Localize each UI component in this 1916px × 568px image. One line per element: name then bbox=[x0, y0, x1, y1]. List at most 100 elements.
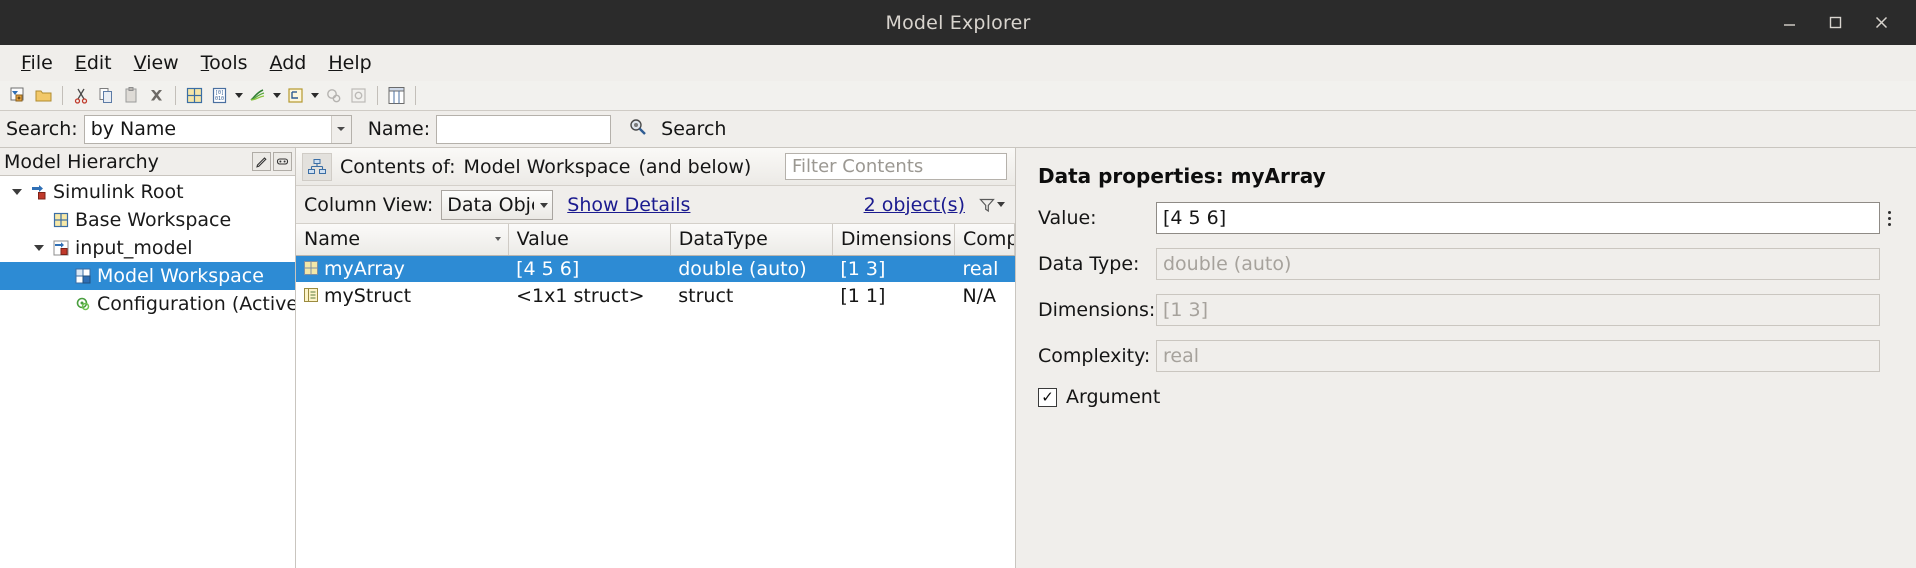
search-by-dropdown[interactable]: by Name bbox=[83, 114, 352, 144]
toolbar-separator bbox=[377, 86, 378, 105]
chevron-down-icon[interactable] bbox=[6, 178, 28, 206]
column-header-name[interactable]: Name bbox=[296, 224, 509, 256]
tree-node-model-workspace[interactable]: Model Workspace bbox=[0, 262, 295, 290]
cell-name: myStruct bbox=[296, 282, 509, 310]
complexity-input[interactable]: real bbox=[1156, 340, 1880, 372]
model-hierarchy-panel: Model Hierarchy Simulink Root Base Works… bbox=[0, 148, 296, 568]
tree-node-simulink-root[interactable]: Simulink Root bbox=[0, 178, 295, 206]
dimensions-label: Dimensions: bbox=[1038, 299, 1156, 321]
cell-datatype: struct bbox=[670, 282, 833, 310]
add-signal-dropdown-arrow-icon[interactable] bbox=[270, 85, 283, 107]
hierarchy-scope-icon[interactable] bbox=[302, 152, 332, 181]
value-input[interactable]: [4 5 6] bbox=[1156, 202, 1880, 234]
minimize-icon[interactable] bbox=[1766, 0, 1812, 45]
table-row[interactable]: myArray [4 5 6] double (auto) [1 3] real bbox=[296, 255, 1015, 283]
chevron-down-icon[interactable] bbox=[330, 115, 351, 143]
contents-panel: Contents of: Model Workspace (and below)… bbox=[296, 148, 1016, 568]
delete-x-icon[interactable] bbox=[145, 84, 168, 107]
add-parameter-icon[interactable] bbox=[183, 84, 206, 107]
property-row-data-type: Data Type: double (auto) bbox=[1038, 248, 1896, 280]
copy-icon[interactable] bbox=[95, 84, 118, 107]
contents-header: Contents of: Model Workspace (and below)… bbox=[296, 148, 1015, 186]
model-explorer-window: Model Explorer File Edit View Tools Add … bbox=[0, 0, 1916, 568]
model-icon bbox=[50, 234, 72, 262]
tree-node-input-model[interactable]: input_model bbox=[0, 234, 295, 262]
value-expand-handle-icon[interactable] bbox=[1882, 202, 1896, 234]
chevron-down-icon[interactable] bbox=[997, 202, 1005, 207]
column-header-datatype[interactable]: DataType bbox=[670, 224, 833, 256]
data-type-input[interactable]: double (auto) bbox=[1156, 248, 1880, 280]
contents-of-prefix: Contents of: bbox=[340, 155, 456, 178]
column-view-row: Column View: Data Objects Show Details 2… bbox=[296, 186, 1015, 224]
model-hierarchy-header-buttons bbox=[252, 152, 295, 171]
simulink-root-icon bbox=[28, 178, 50, 206]
property-row-dimensions: Dimensions: [1 3] bbox=[1038, 294, 1896, 326]
add-bus-icon[interactable] bbox=[284, 84, 307, 107]
paste-icon[interactable] bbox=[120, 84, 143, 107]
chevron-down-icon[interactable] bbox=[28, 234, 50, 262]
column-view-dropdown[interactable]: Data Objects bbox=[441, 189, 554, 220]
configuration-icon[interactable] bbox=[322, 84, 345, 107]
search-by-value: by Name bbox=[90, 118, 177, 140]
column-header-value[interactable]: Value bbox=[508, 224, 671, 256]
filter-contents-input[interactable]: Filter Contents bbox=[785, 153, 1007, 180]
add-data-icon[interactable]: [0] 010 bbox=[208, 84, 231, 107]
menu-add[interactable]: Add bbox=[259, 50, 318, 76]
toolbar: [0] 010 bbox=[0, 81, 1916, 111]
complexity-label: Complexity: bbox=[1038, 345, 1151, 367]
maximize-icon[interactable] bbox=[1812, 0, 1858, 45]
object-count-link[interactable]: 2 object(s) bbox=[864, 194, 965, 216]
cut-scissors-icon[interactable] bbox=[70, 84, 93, 107]
cell-complexity: N/A bbox=[954, 282, 1015, 310]
chevron-down-icon[interactable] bbox=[540, 202, 549, 208]
add-bus-dropdown-arrow-icon[interactable] bbox=[308, 85, 321, 107]
argument-checkbox[interactable]: ✓ bbox=[1038, 387, 1057, 407]
edit-pencil-icon[interactable] bbox=[252, 152, 271, 171]
dimensions-input[interactable]: [1 3] bbox=[1156, 294, 1880, 326]
column-header-complexity[interactable]: Complexity bbox=[954, 224, 1015, 256]
model-hierarchy-tree[interactable]: Simulink Root Base Workspace input_model… bbox=[0, 176, 295, 568]
property-row-value: Value: [4 5 6] bbox=[1038, 202, 1896, 234]
contents-of-suffix: (and below) bbox=[638, 155, 752, 178]
dimensions-spacer bbox=[1882, 294, 1896, 326]
column-header-dimensions[interactable]: Dimensions bbox=[832, 224, 955, 256]
new-model-icon[interactable] bbox=[7, 84, 30, 107]
close-icon[interactable] bbox=[1858, 0, 1904, 45]
menu-file[interactable]: File bbox=[10, 50, 64, 76]
model-hierarchy-title: Model Hierarchy bbox=[4, 150, 159, 173]
data-properties-panel: Data properties: myArray Value: [4 5 6] … bbox=[1016, 148, 1916, 568]
search-button[interactable]: Search bbox=[627, 117, 726, 141]
show-details-link[interactable]: Show Details bbox=[567, 194, 690, 216]
tree-node-label: Base Workspace bbox=[75, 209, 232, 231]
argument-checkbox-row[interactable]: ✓ Argument bbox=[1038, 386, 1896, 408]
workspace-grid-icon bbox=[50, 206, 72, 234]
menu-edit[interactable]: Edit bbox=[64, 50, 123, 76]
column-view-value: Data Objects bbox=[447, 193, 534, 216]
tree-node-configuration[interactable]: Configuration (Active) bbox=[0, 290, 295, 318]
contents-table-wrapper[interactable]: Name Value DataType Dimensions Complexit… bbox=[296, 224, 1015, 568]
filter-funnel-icon[interactable] bbox=[979, 192, 1009, 218]
svg-text:010: 010 bbox=[215, 96, 224, 102]
open-folder-icon[interactable] bbox=[32, 84, 55, 107]
settings-icon[interactable] bbox=[347, 84, 370, 107]
array-object-icon bbox=[304, 258, 318, 280]
property-row-complexity: Complexity: real bbox=[1038, 340, 1896, 372]
table-row[interactable]: myStruct <1x1 struct> struct [1 1] N/A bbox=[296, 282, 1015, 310]
tree-node-label: input_model bbox=[75, 237, 193, 259]
add-data-dropdown-arrow-icon[interactable] bbox=[232, 85, 245, 107]
column-view-icon[interactable] bbox=[385, 84, 408, 107]
cell-name: myArray bbox=[296, 255, 509, 283]
title-bar: Model Explorer bbox=[0, 0, 1916, 45]
menu-view[interactable]: View bbox=[123, 50, 190, 76]
window-controls bbox=[1766, 0, 1916, 45]
undock-panel-icon[interactable] bbox=[273, 152, 292, 171]
data-properties-title: Data properties: myArray bbox=[1038, 164, 1326, 188]
search-name-input[interactable] bbox=[436, 114, 612, 144]
add-signal-icon[interactable] bbox=[246, 84, 269, 107]
menu-tools[interactable]: Tools bbox=[190, 50, 259, 76]
menu-help[interactable]: Help bbox=[317, 50, 382, 76]
tree-node-base-workspace[interactable]: Base Workspace bbox=[0, 206, 295, 234]
